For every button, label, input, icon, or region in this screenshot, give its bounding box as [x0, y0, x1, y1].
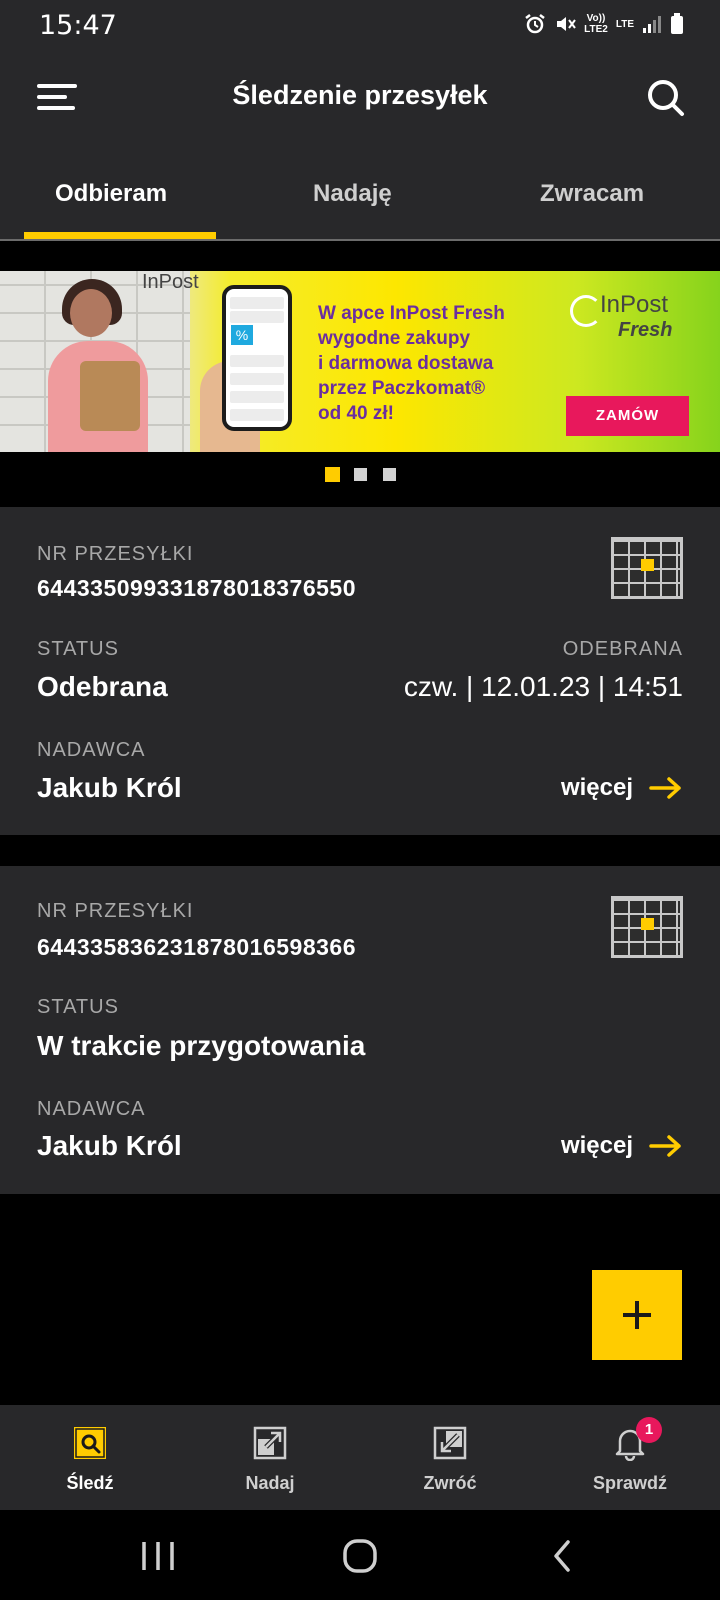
tab-odbieram[interactable]: Odbieram: [55, 180, 167, 208]
system-nav-bar: [0, 1510, 720, 1600]
bottom-nav: Śledź Nadaj Zwróć 1 Sprawdź: [0, 1405, 720, 1510]
percent-icon: %: [231, 325, 253, 345]
status-date: czw. | 12.01.23 | 14:51: [403, 671, 683, 702]
nav-item-sledz[interactable]: Śledź: [0, 1405, 180, 1510]
sender-name: Jakub Król: [37, 772, 182, 803]
arrow-right-icon: [649, 1135, 681, 1157]
status-right-label: ODEBRANA: [562, 638, 683, 660]
tab-indicator: [24, 232, 216, 239]
back-icon[interactable]: [502, 1510, 622, 1600]
sender-label: NADAWCA: [37, 739, 146, 761]
promo-banner[interactable]: InPost % W apce InPost Fresh wygodne zak…: [0, 271, 720, 452]
shipment-number: 644335836231878016598366: [37, 934, 356, 960]
sender-label: NADAWCA: [37, 1098, 146, 1120]
banner-pager: [0, 466, 720, 484]
arrow-right-icon: [649, 777, 681, 799]
shipment-number-label: NR PRZESYŁKI: [37, 900, 194, 922]
banner-inpost-logo: InPost: [142, 271, 199, 293]
more-link[interactable]: więcej: [561, 774, 683, 802]
alarm-icon: [525, 14, 545, 34]
sender-name: Jakub Król: [37, 1130, 182, 1161]
banner-phone-image: %: [222, 285, 292, 431]
inpost-fresh-logo: InPost Fresh: [570, 289, 710, 349]
status-icons: Vo)) LTE2 LTE: [524, 13, 684, 35]
return-icon: [433, 1426, 467, 1460]
pager-dot[interactable]: [354, 468, 367, 481]
home-icon[interactable]: [300, 1510, 420, 1600]
mute-icon: [557, 17, 576, 31]
nav-label: Sprawdź: [592, 1473, 667, 1493]
track-icon: [74, 1427, 106, 1459]
shipment-card[interactable]: NR PRZESYŁKI 644335099331878018376550 ST…: [0, 507, 720, 835]
nav-item-nadaj[interactable]: Nadaj: [180, 1405, 360, 1510]
order-button[interactable]: ZAMÓW: [566, 396, 689, 436]
send-icon: [253, 1426, 287, 1460]
lte-icon: LTE: [615, 18, 634, 30]
notification-badge: 1: [636, 1417, 662, 1443]
pager-dot[interactable]: [383, 468, 396, 481]
search-icon[interactable]: [646, 78, 686, 118]
shipment-number: 644335099331878018376550: [37, 575, 356, 601]
status-label: STATUS: [37, 638, 119, 660]
more-label: więcej: [560, 1132, 633, 1159]
sun-icon: [570, 295, 602, 327]
nav-item-zwroc[interactable]: Zwróć: [360, 1405, 540, 1510]
signal-icon: [643, 16, 661, 33]
tab-zwracam[interactable]: Zwracam: [540, 180, 644, 208]
tab-bar: Odbieram Nadaję Zwracam: [0, 144, 720, 241]
more-link[interactable]: więcej: [561, 1132, 683, 1160]
nav-item-sprawdz[interactable]: 1 Sprawdź: [540, 1405, 720, 1510]
recent-apps-icon[interactable]: [98, 1510, 218, 1600]
app-bar: Śledzenie przesyłek: [0, 52, 720, 144]
status-label: STATUS: [37, 996, 119, 1018]
pager-dot-active[interactable]: [325, 467, 340, 482]
add-shipment-button[interactable]: [592, 1270, 682, 1360]
parcel-locker-icon: [611, 896, 683, 958]
banner-promo-text: W apce InPost Fresh wygodne zakupy i dar…: [318, 303, 505, 424]
banner-bag-image: [80, 361, 140, 431]
nav-label: Nadaj: [245, 1473, 295, 1493]
tab-nadaje[interactable]: Nadaję: [313, 180, 392, 208]
status-value: Odebrana: [37, 671, 168, 702]
nav-label: Zwróć: [423, 1473, 477, 1493]
more-label: więcej: [560, 774, 633, 801]
volte-icon: Vo)) LTE2: [584, 13, 608, 35]
status-value: W trakcie przygotowania: [37, 1030, 366, 1061]
status-bar: 15:47 Vo)) LTE2 LTE: [0, 0, 720, 52]
shipment-number-label: NR PRZESYŁKI: [37, 543, 194, 565]
status-time: 15:47: [39, 10, 117, 41]
nav-label: Śledź: [66, 1473, 114, 1493]
battery-icon: [671, 13, 683, 34]
parcel-locker-icon: [611, 537, 683, 599]
page-title: Śledzenie przesyłek: [232, 80, 488, 110]
shipment-card[interactable]: NR PRZESYŁKI 644335836231878016598366 ST…: [0, 866, 720, 1194]
